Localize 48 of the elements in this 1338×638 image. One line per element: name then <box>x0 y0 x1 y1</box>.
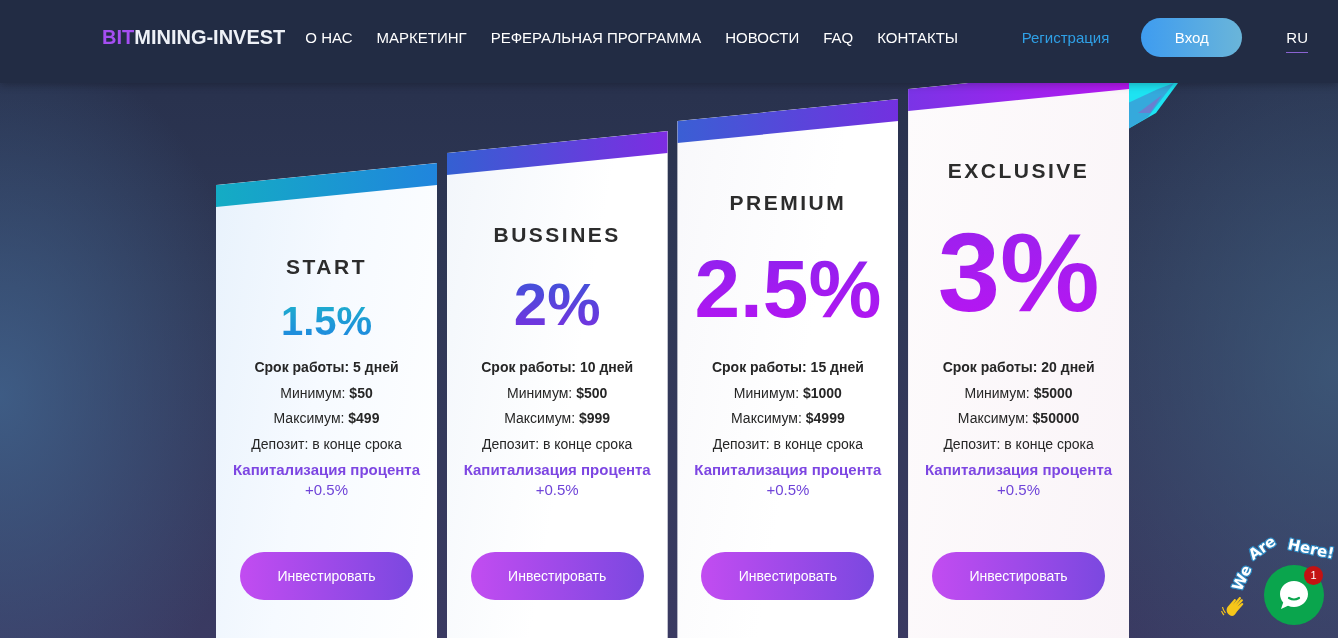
capitalization-label: Капитализация процента <box>232 460 421 480</box>
nav-link[interactable]: НОВОСТИ <box>725 29 800 46</box>
capitalization-rate: +0.5% <box>997 480 1041 500</box>
greeting-word: Are <box>1244 532 1280 564</box>
plan-maximum: Максимум: $999 <box>504 409 611 428</box>
capitalization-rate: +0.5% <box>766 480 810 500</box>
register-link[interactable]: Регистрация <box>1021 29 1110 46</box>
nav-link[interactable]: О НАС <box>305 29 353 46</box>
language-switch[interactable]: RU <box>1286 29 1308 53</box>
plan-name: EXCLUSIVE <box>947 159 1090 183</box>
plan-name: PREMIUM <box>729 191 847 215</box>
invest-button[interactable]: Инвестировать <box>470 552 644 600</box>
nav-link[interactable]: РЕФЕРАЛЬНАЯ ПРОГРАММА <box>490 29 702 46</box>
invest-button[interactable]: Инвестировать <box>701 552 875 600</box>
plan-deposit: Депозит: в конце срока <box>482 434 633 454</box>
plan-term: Срок работы: 10 дней <box>481 358 634 377</box>
capitalization-rate: +0.5% <box>535 480 579 500</box>
capitalization-label: Капитализация процента <box>694 460 882 480</box>
plan-deposit: Депозит: в конце срока <box>712 434 864 454</box>
plan-deposit: Депозит: в конце срока <box>251 434 402 454</box>
capitalization-label: Капитализация процента <box>925 460 1113 480</box>
chat-button[interactable] <box>1264 565 1324 625</box>
plan-minimum: Минимум: $500 <box>507 383 608 403</box>
site-logo[interactable]: BITMINING-INVEST <box>102 26 286 49</box>
plan-maximum: Максимум: $50000 <box>957 409 1080 428</box>
plan-term: Срок работы: 15 дней <box>711 358 864 377</box>
nav-link[interactable]: КОНТАКТЫ <box>877 29 959 46</box>
plan-name: BUSSINES <box>493 223 621 247</box>
plan-deposit: Депозит: в конце срока <box>943 434 1094 454</box>
greeting-word: We <box>1228 562 1256 594</box>
plan-term: Срок работы: 20 дней <box>942 358 1095 377</box>
plan-maximum: Максимум: $4999 <box>731 409 845 428</box>
plan-term: Срок работы: 5 дней <box>254 358 399 377</box>
plan-name: START <box>286 255 367 279</box>
invest-button[interactable]: Инвестировать <box>932 552 1106 600</box>
capitalization-label: Капитализация процента <box>463 460 651 480</box>
plan-minimum: Минимум: $50 <box>280 383 373 403</box>
notification-badge: 1 <box>1304 566 1323 585</box>
plan-minimum: Минимум: $1000 <box>733 383 842 403</box>
nav-link[interactable]: FAQ <box>823 29 854 46</box>
greeting-word: Here! <box>1286 535 1336 563</box>
invest-button[interactable]: Инвестировать <box>240 552 413 600</box>
nav-link[interactable]: МАРКЕТИНГ <box>376 29 467 46</box>
plan-maximum: Максимум: $499 <box>273 409 380 428</box>
capitalization-rate: +0.5% <box>305 480 348 500</box>
plan-minimum: Минимум: $5000 <box>964 383 1073 403</box>
crystal-drawing <box>1128 83 1178 129</box>
chat-bubble-icon <box>1279 580 1309 610</box>
